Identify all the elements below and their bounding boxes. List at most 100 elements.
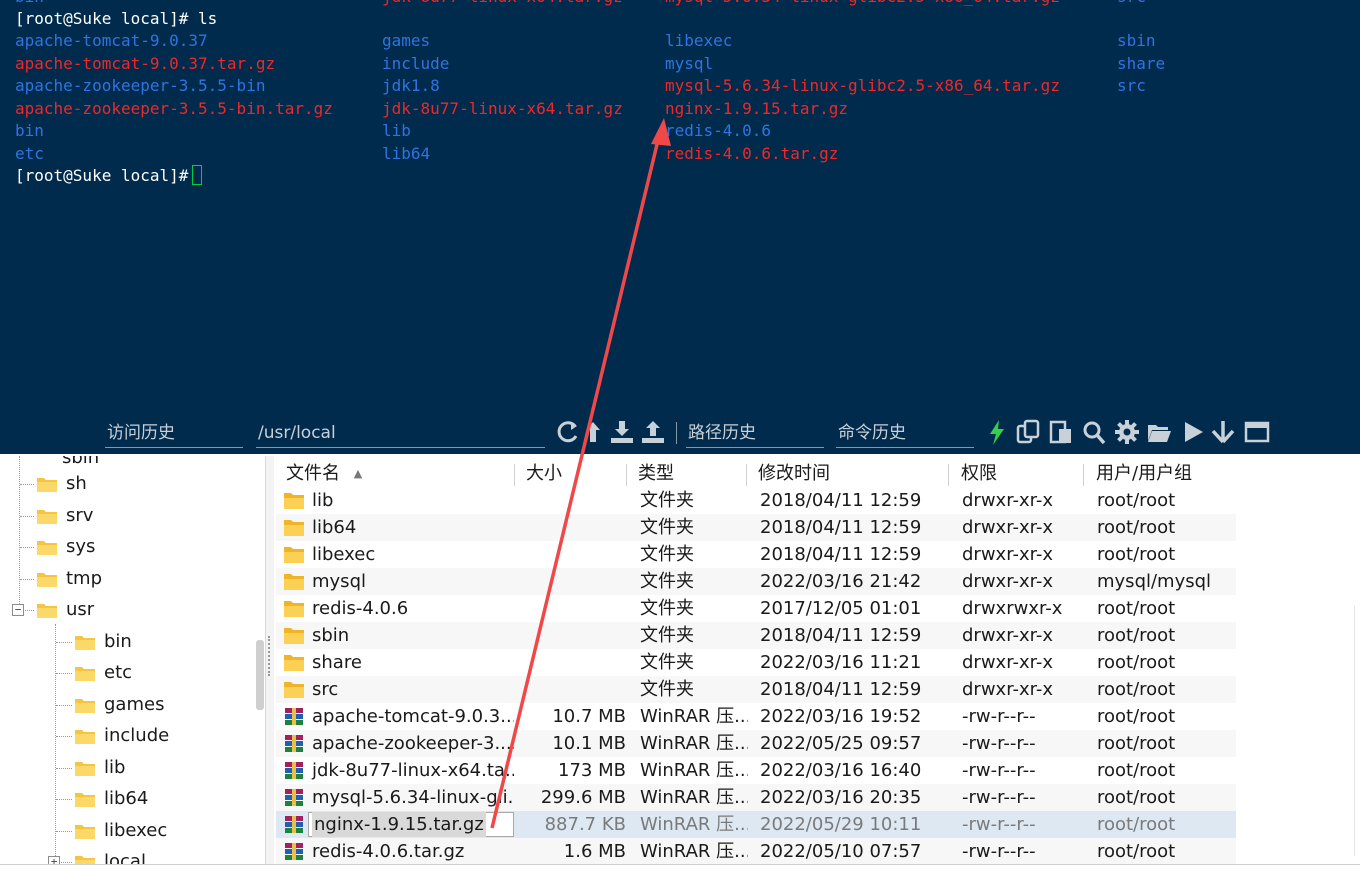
file-owner: root/root (1097, 490, 1176, 511)
file-mtime: 2018/04/11 12:59 (760, 490, 922, 511)
file-row[interactable]: sbin 文件夹 2018/04/11 12:59 drwxr-xr-x root/ro… (276, 622, 1236, 649)
file-row[interactable]: lib64 文件夹 2018/04/11 12:59 drwxr-xr-x root/r… (276, 514, 1236, 541)
file-row[interactable]: lib 文件夹 2018/04/11 12:59 drwxr-xr-x root/roo… (276, 487, 1236, 514)
column-header-size[interactable]: 大小 (516, 460, 626, 488)
terminal-toolbar: 访问历史 /usr/local 路径历史 命令历史 (0, 412, 1360, 454)
file-permissions: drwxrwxr-x (962, 598, 1063, 619)
upload-icon[interactable] (640, 418, 666, 446)
expand-toggle-icon[interactable]: + (48, 856, 60, 864)
file-row[interactable]: mysql-5.6.34-linux-gli... 299.6 MB WinRAR … (276, 784, 1236, 811)
paste-icon[interactable] (1048, 418, 1074, 446)
file-row[interactable]: redis-4.0.6 文件夹 2017/12/05 01:01 drwxrwxr-x… (276, 595, 1236, 622)
lightning-icon[interactable] (984, 418, 1010, 446)
folder-icon (75, 730, 95, 744)
terminal-ls-entry-partial: bin (15, 0, 44, 8)
folder-icon (284, 574, 304, 590)
file-owner: root/root (1097, 679, 1176, 700)
file-mtime: 2018/04/11 12:59 (760, 544, 922, 565)
folder-icon (284, 493, 304, 509)
folder-icon (284, 601, 304, 617)
terminal-ls-entry: apache-tomcat-9.0.37.tar.gz (15, 53, 276, 73)
file-owner: root/root (1097, 517, 1176, 538)
tree-item-label: etc (104, 662, 133, 683)
file-row[interactable]: src 文件夹 2018/04/11 12:59 drwxr-xr-x root/roo… (276, 676, 1236, 703)
folder-open-icon[interactable] (1146, 418, 1172, 446)
file-row[interactable]: share 文件夹 2022/03/16 11:21 drwxr-xr-x root/r… (276, 649, 1236, 676)
file-mtime: 2022/05/10 07:57 (760, 841, 922, 862)
terminal-ls-entry: share (1117, 53, 1166, 73)
file-size (516, 487, 626, 514)
file-name: sbin (312, 625, 350, 646)
tree-scrollbar[interactable] (256, 640, 264, 710)
pane-splitter[interactable] (266, 456, 274, 864)
refresh-icon[interactable] (555, 418, 581, 446)
file-type: 文件夹 (640, 598, 694, 619)
copy-icon[interactable] (1015, 418, 1041, 446)
file-permissions: drwxr-xr-x (962, 625, 1053, 646)
collapse-toggle-icon[interactable]: − (12, 604, 24, 616)
file-type: 文件夹 (640, 679, 694, 700)
tree-item-label: include (104, 725, 170, 746)
file-mtime: 2022/03/16 19:52 (760, 706, 922, 727)
file-permissions: drwxr-xr-x (962, 544, 1053, 565)
play-icon[interactable] (1180, 418, 1206, 446)
gear-icon[interactable] (1114, 418, 1140, 446)
arrow-down-icon[interactable] (1210, 418, 1236, 446)
terminal-ls-entry: jdk1.8 (382, 76, 440, 96)
file-mtime: 2018/04/11 12:59 (760, 517, 922, 538)
rename-input[interactable]: nginx-1.9.15.tar.gz (308, 812, 514, 837)
file-owner: root/root (1097, 652, 1176, 673)
command-history-button[interactable]: 命令历史 (836, 422, 974, 448)
winrar-archive-icon (285, 762, 303, 779)
file-owner: root/root (1097, 625, 1176, 646)
column-header-mtime[interactable]: 修改时间 (748, 460, 948, 488)
file-list[interactable]: 文件名 ▲ 大小 类型 修改时间 权限 用户/用户组 lib 文件夹 2018/04… (276, 456, 1360, 864)
directory-tree[interactable]: sbin sh srv sys tmp usr − bin etc games include li… (0, 456, 266, 864)
file-row[interactable]: redis-4.0.6.tar.gz 1.6 MB WinRAR 压... 2022/… (276, 838, 1236, 864)
window-icon[interactable] (1244, 418, 1270, 446)
file-permissions: drwxr-xr-x (962, 652, 1053, 673)
file-type: 文件夹 (640, 517, 694, 538)
file-type: 文件夹 (640, 490, 694, 511)
file-row[interactable]: libexec 文件夹 2018/04/11 12:59 drwxr-xr-x root… (276, 541, 1236, 568)
file-row[interactable]: jdk-8u77-linux-x64.ta... 173 MB WinRAR 压..… (276, 757, 1236, 784)
download-icon[interactable] (609, 418, 635, 446)
file-size: 10.7 MB (552, 706, 626, 727)
tree-item-label: srv (66, 504, 94, 526)
file-permissions: -rw-r--r-- (962, 760, 1036, 781)
file-mtime: 2017/12/05 01:01 (760, 598, 922, 619)
file-row[interactable]: mysql 文件夹 2022/03/16 21:42 drwxr-xr-x mysql/… (276, 568, 1236, 595)
column-header-type[interactable]: 类型 (628, 460, 746, 488)
search-icon[interactable] (1081, 418, 1107, 446)
file-size (516, 595, 626, 622)
terminal-ls-entry: lib64 (382, 144, 431, 163)
file-size (516, 622, 626, 649)
file-mtime: 2018/04/11 12:59 (760, 625, 922, 646)
file-owner: root/root (1097, 544, 1176, 565)
column-header-name[interactable]: 文件名 ▲ (276, 460, 514, 488)
column-header-owner[interactable]: 用户/用户组 (1086, 460, 1236, 488)
tree-item-label: bin (104, 630, 132, 652)
column-header-permissions[interactable]: 权限 (951, 460, 1083, 488)
terminal-pane[interactable]: bin jdk-8u77-linux-x64.tar.gz mysql-5.6.34… (0, 0, 1360, 412)
file-row[interactable]: apache-tomcat-9.0.3... 10.7 MB WinRAR 压...… (276, 703, 1236, 730)
file-name: jdk-8u77-linux-x64.ta... (312, 760, 514, 781)
terminal-prompt: [root@Suke local]# (15, 166, 189, 185)
file-row[interactable]: apache-zookeeper-3.... 10.1 MB WinRAR 压...… (276, 730, 1236, 757)
winrar-archive-icon (285, 789, 303, 806)
terminal-ls-entry: src (1117, 76, 1146, 96)
file-size (516, 514, 626, 541)
path-input[interactable]: /usr/local (256, 422, 545, 448)
file-row[interactable]: nginx-1.9.15.tar.gz 887.7 KB WinRAR 压... 20… (276, 811, 1236, 838)
file-permissions: -rw-r--r-- (962, 814, 1036, 835)
folder-icon (75, 698, 95, 713)
access-history-button[interactable]: 访问历史 (105, 422, 243, 448)
file-list-scrollbar[interactable] (1354, 606, 1360, 856)
path-history-button[interactable]: 路径历史 (686, 422, 824, 448)
terminal-ls-entry: mysql (665, 53, 714, 73)
terminal-ls-entry: mysql-5.6.34-linux-glibc2.5-x86_64.tar.g… (665, 76, 1060, 96)
file-name: lib64 (312, 517, 357, 538)
upload-up-icon[interactable] (580, 418, 606, 446)
tree-item-label: games (104, 693, 165, 715)
folder-icon (284, 682, 304, 698)
